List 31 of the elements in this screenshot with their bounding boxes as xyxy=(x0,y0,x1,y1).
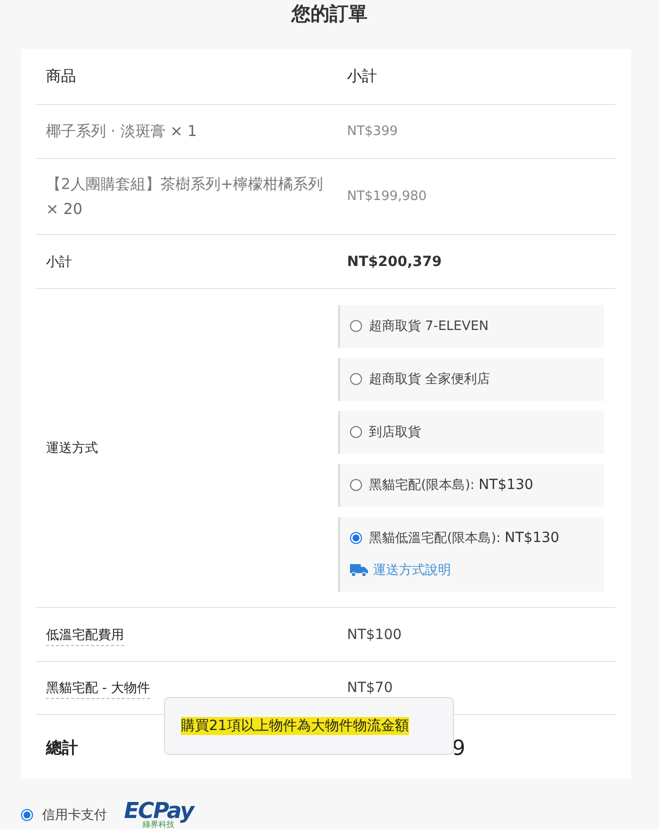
radio-button[interactable] xyxy=(350,373,362,385)
radio-button[interactable] xyxy=(21,809,33,821)
fee-label[interactable]: 低溫宅配費用 xyxy=(46,628,124,646)
total-label: 總計 xyxy=(44,738,79,758)
fee-value: NT$70 xyxy=(346,680,394,696)
shipping-option[interactable]: 到店取貨 xyxy=(338,410,604,454)
shipping-label: 運送方式 xyxy=(45,440,99,457)
product-name: 椰子系列 · 淡斑膏 × 1 xyxy=(45,121,198,142)
fee-value: NT$100 xyxy=(346,626,403,642)
radio-button[interactable] xyxy=(350,320,362,332)
subtotal-label: 小計 xyxy=(45,254,73,270)
radio-button[interactable] xyxy=(350,479,362,491)
total-value: 9 xyxy=(452,736,466,760)
shipping-option[interactable]: 超商取貨 7-ELEVEN xyxy=(338,304,604,348)
payment-label: 信用卡支付 xyxy=(42,807,107,824)
tooltip-text: 購買21項以上物件為大物件物流金額 xyxy=(181,717,409,735)
page-title: 您的訂單 xyxy=(290,2,368,27)
product-price: NT$399 xyxy=(346,124,399,139)
ecpay-logo: ECPay 綠界科技 xyxy=(124,801,194,829)
fee-label[interactable]: 黑貓宅配 - 大物件 xyxy=(46,681,150,699)
column-header: 商品 xyxy=(45,67,77,86)
truck-icon xyxy=(350,562,368,576)
product-price: NT$199,980 xyxy=(346,189,428,204)
radio-button[interactable] xyxy=(350,532,362,544)
radio-button[interactable] xyxy=(350,426,362,438)
product-name: 【2人團購套組】茶樹系列+檸檬柑橘系列 × 20 xyxy=(45,174,324,220)
shipping-option[interactable]: 黑貓低溫宅配(限本島): NT$130 運送方式說明 xyxy=(338,516,604,592)
shipping-option[interactable]: 黑貓宅配(限本島): NT$130 xyxy=(338,464,604,506)
subtotal-value: NT$200,379 xyxy=(346,254,443,270)
column-header: 小計 xyxy=(346,67,378,86)
shipping-option[interactable]: 超商取貨 全家便利店 xyxy=(338,358,604,400)
